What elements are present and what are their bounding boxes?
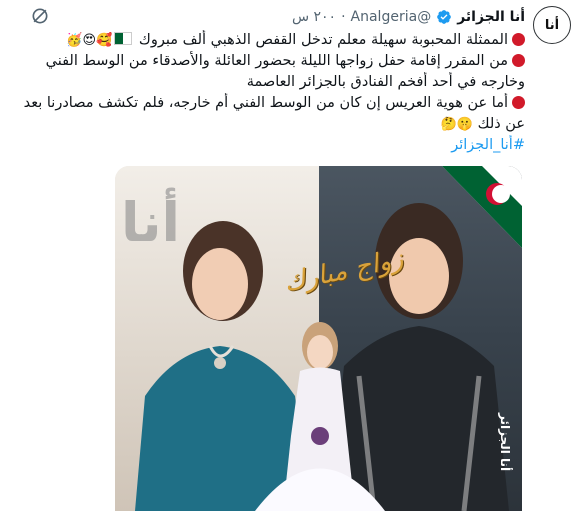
text-line-2-content: من المقرر إقامة حفل زواجها الليلة بحضور … (45, 53, 508, 69)
text-line-4-content: أما عن هوية العريس إن كان من الوسط الفني… (23, 95, 508, 111)
red-circle-icon (512, 96, 525, 109)
separator-dot: · (341, 9, 346, 25)
display-name[interactable]: أنا الجزائر (457, 9, 525, 25)
text-line-4: أما عن هوية العريس إن كان من الوسط الفني… (12, 93, 525, 114)
algeria-flag-icon (114, 32, 133, 45)
verified-badge-icon (437, 10, 452, 24)
text-line-3: وخارجه في أحد أفخم الفنادق بالجزائر العا… (246, 74, 525, 90)
text-line-1: الممثلة المحبوبة سهيلة معلم تدخل القفص ا… (12, 30, 525, 51)
text-line-2: من المقرر إقامة حفل زواجها الليلة بحضور … (12, 51, 525, 72)
line-1-emojis: 🥰😍🥳 (66, 33, 113, 48)
tweet-text: الممثلة المحبوبة سهيلة معلم تدخل القفص ا… (12, 30, 525, 156)
text-line-1-content: الممثلة المحبوبة سهيلة معلم تدخل القفص ا… (138, 32, 508, 48)
grok-icon[interactable] (30, 6, 50, 26)
tweet: أنا أنا الجزائر @Analgeria · ٢٠٠ س الممث… (0, 0, 581, 511)
avatar[interactable]: أنا (533, 6, 571, 44)
red-circle-icon (512, 54, 525, 67)
center-bride-figure (255, 322, 385, 511)
tweet-header: أنا الجزائر @Analgeria · ٢٠٠ س (8, 6, 525, 28)
line-5-emojis: 🤫🤔 (440, 117, 473, 132)
hashtag-link[interactable]: #أنا_الجزائر (12, 135, 525, 156)
tweet-media-image[interactable]: أنا أنا الجزائر زواج مبارك (115, 166, 522, 511)
handle[interactable]: @Analgeria (351, 9, 432, 25)
avatar-logo-text: أنا (544, 17, 560, 33)
red-circle-icon (512, 33, 525, 46)
timestamp[interactable]: ٢٠٠ س (292, 9, 336, 25)
text-line-5: عن ذلك 🤫🤔 (12, 114, 525, 135)
text-line-5-content: عن ذلك (477, 116, 525, 132)
